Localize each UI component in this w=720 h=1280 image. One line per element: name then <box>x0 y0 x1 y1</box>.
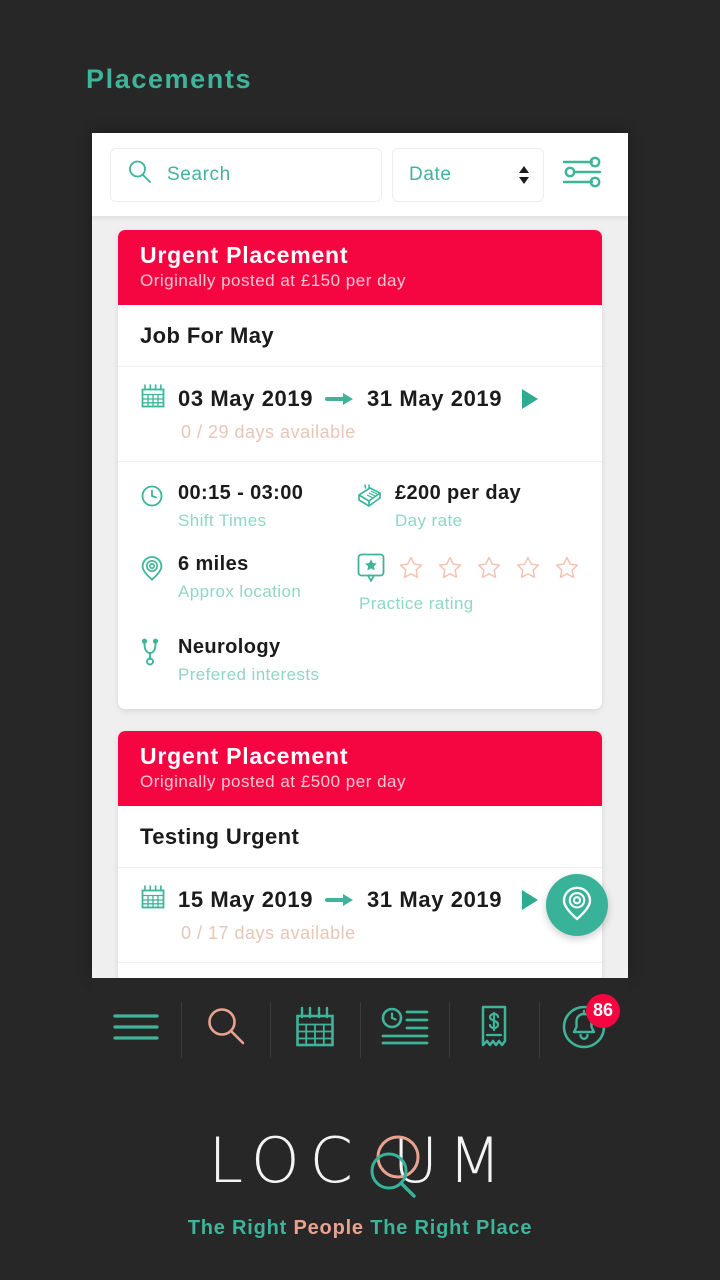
page-title: Placements <box>86 64 253 94</box>
hamburger-menu-icon <box>113 1010 159 1049</box>
nav-item-invoices[interactable] <box>450 1001 540 1058</box>
location-value: 6 miles <box>178 553 249 575</box>
tagline-highlight: People <box>293 1217 364 1239</box>
map-view-fab[interactable] <box>546 874 608 936</box>
nav-item-timesheets[interactable] <box>361 1001 450 1058</box>
calendar-icon <box>293 1006 337 1053</box>
placement-list[interactable]: Urgent Placement Originally posted at £1… <box>92 216 628 978</box>
expand-play-icon[interactable] <box>522 889 539 910</box>
search-input[interactable]: Search <box>110 147 382 202</box>
job-title: Testing Urgent <box>140 824 300 849</box>
detail-interests: Neurology Prefered interests <box>140 636 357 685</box>
phone-viewport: Search Date Urgent Placement Originally … <box>92 133 628 978</box>
day-rate-label: Day rate <box>395 511 463 530</box>
search-placeholder: Search <box>167 163 231 185</box>
search-icon <box>204 1005 248 1054</box>
star-icon[interactable] <box>554 555 580 586</box>
arrow-right-icon <box>325 893 355 907</box>
urgent-subtitle: Originally posted at £500 per day <box>140 772 406 791</box>
calendar-icon <box>140 383 166 414</box>
job-title-row: Job For May <box>118 305 602 367</box>
tagline: The Right People The Right Place <box>0 1217 720 1240</box>
map-pin-icon <box>560 885 594 926</box>
urgent-banner: Urgent Placement Originally posted at £1… <box>118 230 602 305</box>
urgent-title: Urgent Placement <box>140 242 349 268</box>
detail-practice-rating: Practice rating <box>357 553 580 614</box>
calendar-icon <box>140 884 166 915</box>
search-icon <box>127 159 153 190</box>
days-available: 0 / 29 days available <box>181 422 356 442</box>
urgent-title: Urgent Placement <box>140 743 349 769</box>
arrow-right-icon <box>325 392 355 406</box>
nav-item-search[interactable] <box>182 1001 271 1058</box>
location-label: Approx location <box>178 582 302 601</box>
start-date: 03 May 2019 <box>178 385 314 411</box>
detail-shift-times: 00:15 - 03:00 Shift Times <box>140 482 357 531</box>
list-clock-icon <box>381 1007 429 1052</box>
interests-value: Neurology <box>178 636 281 658</box>
star-icon[interactable] <box>437 555 463 586</box>
footer: LOC UM The Right People The Right Place <box>0 1125 720 1240</box>
tagline-part2: The Right Place <box>363 1217 533 1239</box>
date-row: 03 May 2019 31 May 2019 0 / 29 days avai… <box>118 367 602 462</box>
placement-details: 00:15 - 03:00 Shift Times £200 per day D… <box>118 462 602 709</box>
sliders-filter-icon <box>562 154 602 195</box>
end-date: 31 May 2019 <box>367 385 503 411</box>
stepper-updown-icon[interactable] <box>519 165 529 184</box>
detail-location: 6 miles Approx location <box>140 553 357 614</box>
rating-stars <box>357 553 580 588</box>
shift-times-label: Shift Times <box>178 511 267 530</box>
tagline-part1: The Right <box>187 1217 294 1239</box>
magnifier-o-icon <box>356 1129 432 1205</box>
star-icon[interactable] <box>398 555 424 586</box>
logo: LOC UM <box>208 1125 511 1198</box>
money-icon <box>357 482 383 531</box>
detail-day-rate: £200 per day Day rate <box>357 482 580 531</box>
start-date: 15 May 2019 <box>178 886 314 912</box>
urgent-subtitle: Originally posted at £150 per day <box>140 271 406 290</box>
placement-card[interactable]: Urgent Placement Originally posted at £5… <box>118 731 602 978</box>
job-title: Job For May <box>140 323 274 348</box>
notification-badge: 86 <box>586 993 620 1028</box>
nav-item-notifications[interactable]: 86 <box>540 993 629 1058</box>
filter-button[interactable] <box>554 148 610 202</box>
stethoscope-icon <box>140 636 166 685</box>
bottom-navigation: 86 <box>92 978 628 1081</box>
star-icon[interactable] <box>515 555 541 586</box>
interests-label: Prefered interests <box>178 665 320 684</box>
end-date: 31 May 2019 <box>367 886 503 912</box>
sort-select[interactable]: Date <box>392 147 544 202</box>
date-row: 15 May 2019 31 May 2019 0 / 17 days avai… <box>118 868 602 963</box>
placement-card[interactable]: Urgent Placement Originally posted at £1… <box>118 230 602 709</box>
receipt-dollar-icon <box>477 1005 511 1054</box>
rating-label: Practice rating <box>359 594 474 613</box>
clock-icon <box>140 482 166 531</box>
nav-item-menu[interactable] <box>92 1001 182 1058</box>
days-available: 0 / 17 days available <box>181 923 356 943</box>
search-header: Search Date <box>92 133 628 216</box>
shift-times-value: 00:15 - 03:00 <box>178 482 304 504</box>
star-icon[interactable] <box>476 555 502 586</box>
sort-select-value: Date <box>409 163 452 185</box>
day-rate-value: £200 per day <box>395 482 521 504</box>
expand-play-icon[interactable] <box>522 388 539 409</box>
rating-badge-icon <box>357 553 385 588</box>
nav-item-calendar[interactable] <box>271 1001 361 1058</box>
urgent-banner: Urgent Placement Originally posted at £5… <box>118 731 602 806</box>
job-title-row: Testing Urgent <box>118 806 602 868</box>
map-pin-icon <box>140 553 166 614</box>
